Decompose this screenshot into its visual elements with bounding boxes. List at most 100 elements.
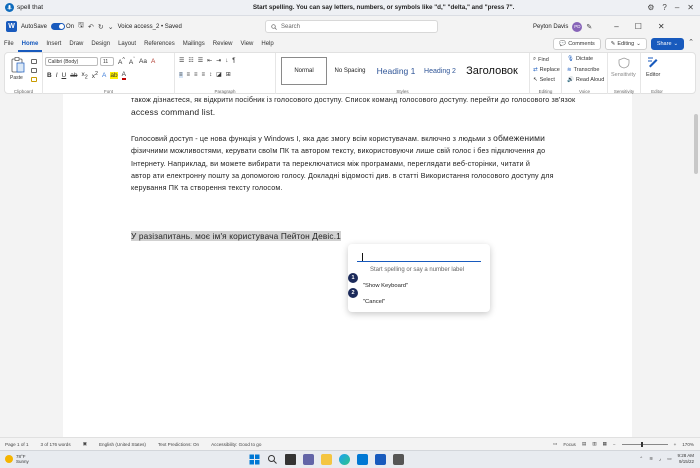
strikethrough-icon[interactable]: ab	[70, 72, 77, 79]
align-center-icon[interactable]: ≡	[187, 72, 191, 78]
wifi-icon[interactable]: ≋	[649, 456, 653, 462]
vertical-scrollbar[interactable]	[692, 94, 700, 437]
subscript-icon[interactable]: x2	[81, 71, 87, 80]
window-minimize-icon[interactable]: –	[614, 22, 618, 31]
tab-view[interactable]: View	[236, 37, 257, 52]
customize-icon[interactable]: ⌄	[108, 23, 114, 31]
tab-review[interactable]: Review	[209, 37, 237, 52]
borders-icon[interactable]: ⊞	[226, 71, 231, 78]
close-icon[interactable]: ✕	[687, 3, 694, 12]
shading-icon[interactable]: ◪	[216, 71, 222, 78]
store-icon[interactable]	[393, 454, 404, 465]
window-maximize-icon[interactable]: ☐	[635, 22, 642, 31]
search-icon[interactable]	[267, 454, 278, 465]
document-paragraph-1[interactable]: також дізнаєтеся, як відкрити посібник і…	[131, 94, 637, 119]
replace-button[interactable]: ⇄ Replace	[533, 67, 560, 73]
style-title[interactable]: Заголовок	[461, 57, 523, 85]
transcribe-button[interactable]: ≋ Transcribe	[567, 67, 599, 73]
dictate-button[interactable]: 🎙 Dictate	[567, 56, 593, 62]
comments-button[interactable]: 💬 Comments	[553, 38, 601, 50]
spelling-input[interactable]	[357, 252, 481, 262]
sort-icon[interactable]: ↓	[225, 58, 228, 64]
microphone-icon[interactable]	[5, 3, 14, 12]
undo-icon[interactable]: ↶	[88, 23, 94, 31]
tab-layout[interactable]: Layout	[114, 37, 140, 52]
style-heading-2[interactable]: Heading 2	[419, 57, 461, 85]
battery-icon[interactable]: ▭	[667, 456, 671, 462]
highlight-icon[interactable]: ab	[110, 72, 118, 80]
tab-references[interactable]: References	[140, 37, 179, 52]
minimize-icon[interactable]: –	[675, 3, 679, 12]
style-normal[interactable]: Normal	[281, 57, 327, 85]
decrease-indent-icon[interactable]: ⇤	[207, 57, 212, 64]
align-right-icon[interactable]: ≡	[194, 72, 198, 78]
select-button[interactable]: ↖ Select	[533, 77, 555, 83]
increase-indent-icon[interactable]: ⇥	[216, 57, 221, 64]
tab-insert[interactable]: Insert	[42, 37, 65, 52]
font-size-select[interactable]: 11	[100, 57, 114, 66]
weather-widget[interactable]: 78°F Sunny	[5, 454, 29, 464]
text-effects-icon[interactable]: A	[102, 72, 106, 79]
tab-file[interactable]: File	[0, 37, 18, 52]
superscript-icon[interactable]: x2	[92, 71, 98, 80]
style-heading-1[interactable]: Heading 1	[373, 57, 419, 85]
mail-icon[interactable]	[357, 454, 368, 465]
italic-icon[interactable]: I	[56, 72, 58, 79]
tab-home[interactable]: Home	[17, 37, 43, 52]
zoom-in-icon[interactable]: +	[674, 442, 677, 447]
bold-icon[interactable]: B	[47, 72, 52, 79]
document-name[interactable]: Voice access_2 • Saved	[118, 24, 182, 30]
show-keyboard-option[interactable]: "Show Keyboard"	[363, 283, 408, 289]
editor-label[interactable]: Editor	[646, 72, 660, 78]
zoom-out-icon[interactable]: −	[613, 442, 616, 447]
multilevel-list-icon[interactable]: ☰	[198, 57, 203, 64]
change-case-icon[interactable]: Aa	[139, 58, 147, 65]
user-name[interactable]: Peyton Davis	[533, 24, 568, 30]
autosave-toggle[interactable]	[51, 23, 66, 30]
avatar[interactable]: PD	[572, 21, 583, 32]
file-explorer-icon[interactable]	[321, 454, 332, 465]
web-layout-icon[interactable]: ▦	[603, 441, 607, 447]
tab-mailings[interactable]: Mailings	[179, 37, 209, 52]
tab-design[interactable]: Design	[87, 37, 114, 52]
task-view-icon[interactable]	[285, 454, 296, 465]
editor-icon[interactable]	[647, 56, 659, 68]
show-marks-icon[interactable]: ¶	[232, 58, 235, 64]
cancel-option[interactable]: "Cancel"	[363, 299, 385, 305]
underline-icon[interactable]: U	[62, 72, 67, 79]
print-layout-icon[interactable]: ▥	[592, 441, 596, 447]
settings-icon[interactable]: ⚙	[647, 3, 654, 12]
scrollbar-thumb[interactable]	[694, 114, 698, 174]
accessibility-status[interactable]: Accessibility: Good to go	[211, 442, 261, 447]
word-count[interactable]: 3 of 176 words	[41, 442, 71, 447]
document-paragraph-3[interactable]: У разізапитань. моє ім'я користувача Пей…	[131, 230, 637, 242]
number-badge-1[interactable]: 1	[348, 273, 358, 283]
zoom-slider[interactable]	[621, 441, 668, 447]
number-badge-2[interactable]: 2	[348, 288, 358, 298]
grow-font-icon[interactable]: A^	[118, 57, 125, 66]
zoom-level[interactable]: 170%	[682, 442, 694, 447]
pen-icon[interactable]: ✎	[586, 23, 592, 31]
edge-icon[interactable]	[339, 454, 350, 465]
focus-icon[interactable]: ▭	[553, 441, 557, 447]
windows-start-icon[interactable]	[249, 454, 260, 465]
font-color-icon[interactable]: A	[121, 71, 126, 81]
text-predictions-status[interactable]: Text Predictions: On	[158, 442, 199, 447]
numbering-icon[interactable]: ☷	[188, 57, 193, 64]
document-paragraph-2[interactable]: Голосовий доступ - це нова функція у Win…	[131, 132, 637, 194]
paste-icon[interactable]	[11, 57, 25, 73]
language-status[interactable]: English (United States)	[99, 442, 146, 447]
redo-icon[interactable]: ↻	[98, 23, 104, 31]
window-close-icon[interactable]: ✕	[658, 22, 665, 31]
find-button[interactable]: ⌕ Find	[533, 56, 549, 63]
sensitivity-icon[interactable]	[618, 57, 630, 69]
read-mode-icon[interactable]: ▤	[582, 441, 586, 447]
chevron-up-icon[interactable]: ⌃	[639, 456, 643, 462]
tab-help[interactable]: Help	[257, 37, 277, 52]
search-box[interactable]: Search	[265, 20, 438, 33]
clear-formatting-icon[interactable]: A	[151, 58, 155, 65]
cut-icon[interactable]	[31, 59, 37, 64]
format-painter-icon[interactable]	[31, 77, 37, 82]
collapse-ribbon-icon[interactable]: ⌃	[688, 38, 694, 50]
clock[interactable]: 9:28 AM 9/15/22	[677, 453, 694, 465]
